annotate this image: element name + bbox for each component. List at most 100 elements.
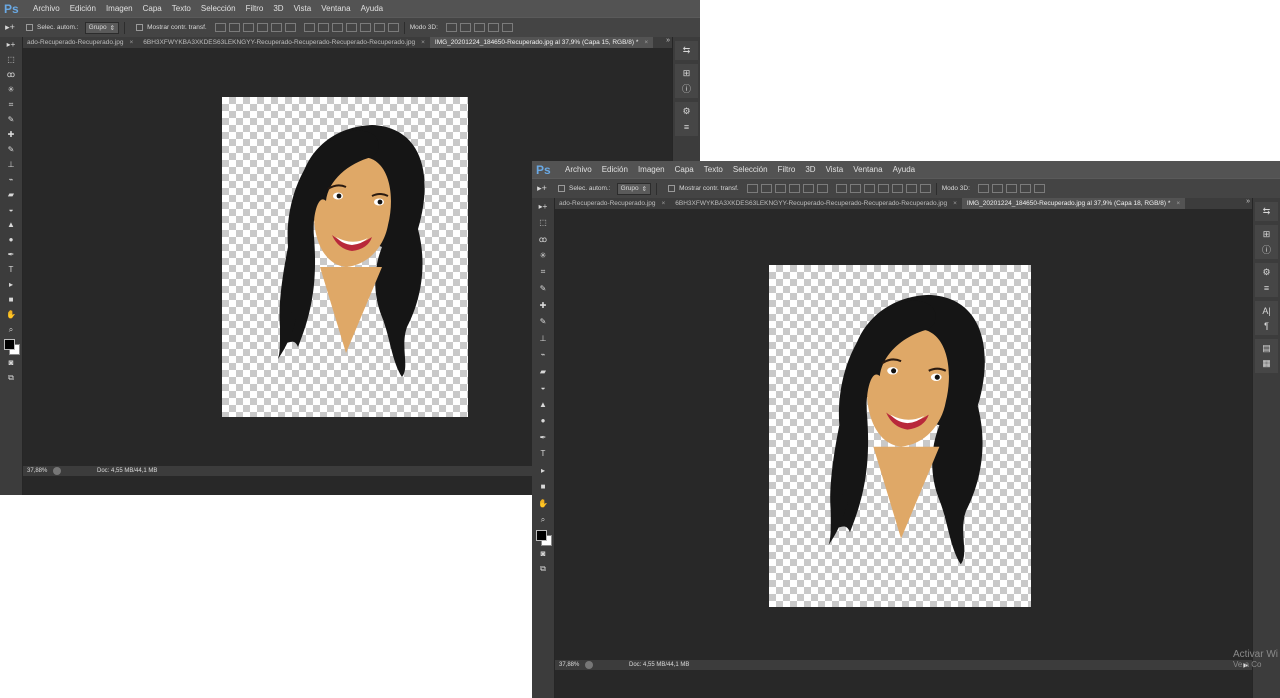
paint-bucket-tool-icon[interactable]: ◒: [0, 202, 22, 217]
move-tool-icon[interactable]: ▸+: [532, 198, 554, 215]
menu-3d[interactable]: 3D: [268, 4, 288, 13]
info-panel-icon[interactable]: ⓘ: [675, 81, 698, 96]
menu-vista[interactable]: Vista: [289, 4, 317, 13]
menu-ventana[interactable]: Ventana: [316, 4, 355, 13]
eraser-tool-icon[interactable]: ▰: [532, 363, 554, 380]
layers-panel-icon[interactable]: ▤: [1255, 341, 1278, 356]
dodge-tool-icon[interactable]: ●: [532, 413, 554, 430]
menu-texto[interactable]: Texto: [167, 4, 196, 13]
pen-tool-icon[interactable]: ✒: [0, 247, 22, 262]
brush-tool-icon[interactable]: ✎: [532, 314, 554, 331]
quick-mask-icon[interactable]: ◙: [532, 546, 554, 561]
tab-document-2[interactable]: 6BH3XFWYKBA3XKDES63LEKNGYY-Recuperado-Re…: [670, 198, 962, 209]
adjustments-icon[interactable]: ≡: [1255, 280, 1278, 295]
crop-tool-icon[interactable]: ⌗: [0, 97, 22, 112]
history-panel-icon[interactable]: ⇆: [675, 43, 698, 58]
channels-panel-icon[interactable]: ▦: [1255, 356, 1278, 371]
type-tool-icon[interactable]: T: [532, 446, 554, 463]
rectangle-tool-icon[interactable]: ■: [532, 479, 554, 496]
clone-stamp-tool-icon[interactable]: ⊥: [532, 330, 554, 347]
menu-seleccion[interactable]: Selección: [196, 4, 241, 13]
menu-seleccion[interactable]: Selección: [728, 165, 773, 174]
mode-3d-buttons[interactable]: [977, 184, 1045, 193]
tool-presets-icon[interactable]: ⚙: [675, 104, 698, 119]
tab-document-1[interactable]: ado-Recuperado-Recuperado.jpg ×: [22, 37, 138, 48]
close-icon[interactable]: ×: [421, 39, 425, 46]
dodge-tool-icon[interactable]: ●: [0, 232, 22, 247]
rectangle-tool-icon[interactable]: ■: [0, 292, 22, 307]
actions-panel-icon[interactable]: ⊞: [1255, 227, 1278, 242]
blur-tool-icon[interactable]: ▲: [532, 396, 554, 413]
zoom-level[interactable]: 37,88%: [555, 662, 585, 668]
eyedropper-tool-icon[interactable]: ✎: [0, 112, 22, 127]
crop-tool-icon[interactable]: ⌗: [532, 264, 554, 281]
menu-edicion[interactable]: Edición: [65, 4, 101, 13]
menu-vista[interactable]: Vista: [821, 165, 849, 174]
move-tool-icon[interactable]: ▸+: [0, 37, 22, 52]
path-selection-tool-icon[interactable]: ▸: [532, 462, 554, 479]
tab-document-2[interactable]: 6BH3XFWYKBA3XKDES63LEKNGYY-Recuperado-Re…: [138, 37, 430, 48]
history-brush-tool-icon[interactable]: ⌁: [0, 172, 22, 187]
history-panel-icon[interactable]: ⇆: [1255, 204, 1278, 219]
close-icon[interactable]: ×: [1176, 200, 1180, 207]
character-panel-icon[interactable]: A|: [1255, 303, 1278, 318]
lasso-tool-icon[interactable]: ꝏ: [0, 67, 22, 82]
close-icon[interactable]: ×: [129, 39, 133, 46]
paragraph-panel-icon[interactable]: ¶: [1255, 318, 1278, 333]
menu-ayuda[interactable]: Ayuda: [888, 165, 921, 174]
color-swatches[interactable]: [0, 337, 22, 355]
blur-tool-icon[interactable]: ▲: [0, 217, 22, 232]
menu-3d[interactable]: 3D: [800, 165, 820, 174]
magic-wand-tool-icon[interactable]: ✳: [0, 82, 22, 97]
move-tool-preset-icon[interactable]: ▸+: [0, 22, 20, 33]
adjustments-icon[interactable]: ≡: [675, 119, 698, 134]
tab-document-active[interactable]: IMG_20201224_184650-Recuperado.jpg al 37…: [429, 37, 654, 48]
marquee-tool-icon[interactable]: ⬚: [0, 52, 22, 67]
close-icon[interactable]: ×: [661, 200, 665, 207]
transform-controls-checkbox[interactable]: [136, 24, 144, 31]
quick-mask-icon[interactable]: ◙: [0, 355, 22, 370]
paint-bucket-tool-icon[interactable]: ◒: [532, 380, 554, 397]
path-selection-tool-icon[interactable]: ▸: [0, 277, 22, 292]
tool-presets-icon[interactable]: ⚙: [1255, 265, 1278, 280]
menu-imagen[interactable]: Imagen: [633, 165, 670, 174]
auto-select-dropdown[interactable]: Grupo ⇕: [84, 21, 120, 34]
foreground-color[interactable]: [536, 530, 547, 541]
menu-texto[interactable]: Texto: [699, 165, 728, 174]
marquee-tool-icon[interactable]: ⬚: [532, 215, 554, 232]
distribute-buttons[interactable]: [835, 184, 931, 193]
tabs-overflow-icon[interactable]: »: [1246, 198, 1250, 205]
eyedropper-tool-icon[interactable]: ✎: [532, 281, 554, 298]
transform-controls-checkbox[interactable]: [668, 185, 676, 192]
zoom-tool-icon[interactable]: ⌕: [532, 512, 554, 529]
actions-panel-icon[interactable]: ⊞: [675, 66, 698, 81]
hand-tool-icon[interactable]: ✋: [532, 495, 554, 512]
tabs-overflow-icon[interactable]: »: [666, 37, 670, 44]
brush-tool-icon[interactable]: ✎: [0, 142, 22, 157]
zoom-level[interactable]: 37,88%: [23, 468, 53, 474]
tab-document-active[interactable]: IMG_20201224_184650-Recuperado.jpg al 37…: [961, 198, 1186, 209]
menu-ayuda[interactable]: Ayuda: [356, 4, 389, 13]
close-icon[interactable]: ×: [644, 39, 648, 46]
canvas-area[interactable]: [555, 209, 1252, 658]
navigator-icon[interactable]: [585, 661, 593, 669]
navigator-icon[interactable]: [53, 467, 61, 475]
type-tool-icon[interactable]: T: [0, 262, 22, 277]
distribute-buttons[interactable]: [303, 23, 399, 32]
healing-brush-tool-icon[interactable]: ✚: [0, 127, 22, 142]
info-panel-icon[interactable]: ⓘ: [1255, 242, 1278, 257]
align-buttons[interactable]: [746, 184, 828, 193]
magic-wand-tool-icon[interactable]: ✳: [532, 248, 554, 265]
menu-capa[interactable]: Capa: [670, 165, 699, 174]
menu-capa[interactable]: Capa: [138, 4, 167, 13]
menu-imagen[interactable]: Imagen: [101, 4, 138, 13]
screen-mode-icon[interactable]: ⧉: [0, 370, 22, 385]
color-swatches[interactable]: [532, 528, 554, 546]
zoom-tool-icon[interactable]: ⌕: [0, 322, 22, 337]
auto-select-dropdown[interactable]: Grupo ⇕: [616, 182, 652, 195]
foreground-color[interactable]: [4, 339, 15, 350]
history-brush-tool-icon[interactable]: ⌁: [532, 347, 554, 364]
menu-edicion[interactable]: Edición: [597, 165, 633, 174]
document-canvas[interactable]: [222, 97, 468, 417]
screen-mode-icon[interactable]: ⧉: [532, 561, 554, 576]
